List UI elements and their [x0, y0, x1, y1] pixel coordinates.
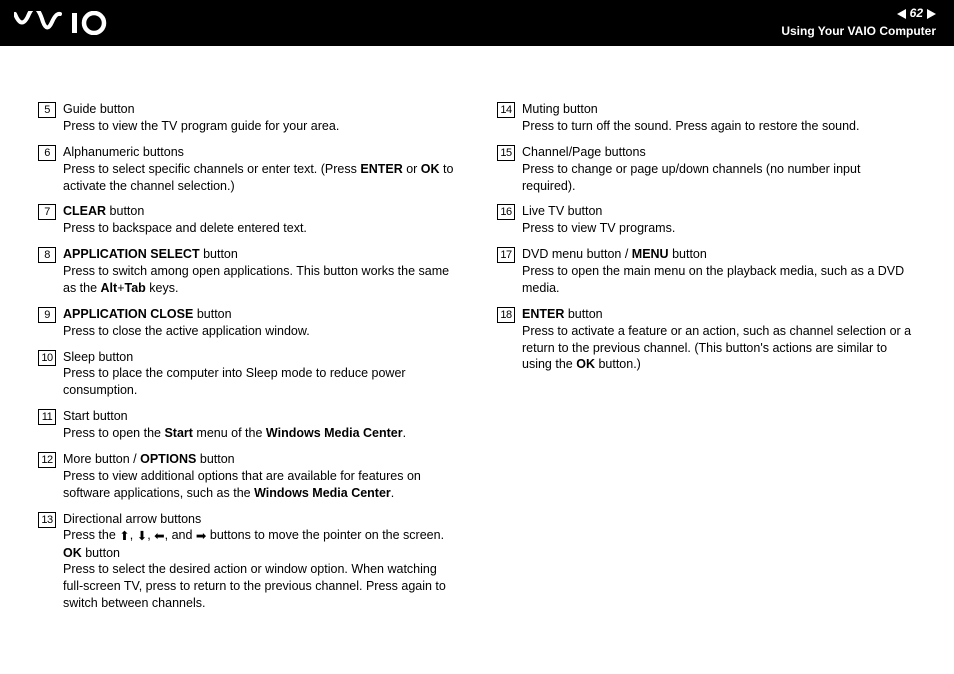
item-number: 13 [38, 512, 56, 528]
item-number: 6 [38, 145, 56, 161]
page-number: 62 [910, 6, 923, 22]
list-item: 13 Directional arrow buttonsPress the ⬆, … [38, 511, 457, 613]
section-title: Using Your VAIO Computer [781, 24, 936, 40]
item-text: Guide buttonPress to view the TV program… [63, 101, 457, 135]
item-number: 17 [497, 247, 515, 263]
item-text: Channel/Page buttonsPress to change or p… [522, 144, 916, 195]
list-item: 18 ENTER buttonPress to activate a featur… [497, 306, 916, 374]
item-number: 11 [38, 409, 56, 425]
list-item: 6 Alphanumeric buttonsPress to select spe… [38, 144, 457, 195]
list-item: 8 APPLICATION SELECT buttonPress to switc… [38, 246, 457, 297]
next-page-icon[interactable] [927, 9, 936, 19]
item-number: 16 [497, 204, 515, 220]
vaio-logo [14, 11, 124, 35]
list-item: 17 DVD menu button / MENU buttonPress to … [497, 246, 916, 297]
item-text: DVD menu button / MENU buttonPress to op… [522, 246, 916, 297]
item-number: 18 [497, 307, 515, 323]
item-text: Live TV buttonPress to view TV programs. [522, 203, 916, 237]
page-header: 62 Using Your VAIO Computer [0, 0, 954, 46]
list-item: 14 Muting buttonPress to turn off the sou… [497, 101, 916, 135]
item-text: Sleep buttonPress to place the computer … [63, 349, 457, 400]
prev-page-icon[interactable] [897, 9, 906, 19]
item-text: APPLICATION SELECT buttonPress to switch… [63, 246, 457, 297]
item-number: 8 [38, 247, 56, 263]
right-column: 14 Muting buttonPress to turn off the sou… [497, 101, 916, 621]
content-area: 5 Guide buttonPress to view the TV progra… [0, 46, 954, 621]
list-item: 12 More button / OPTIONS buttonPress to v… [38, 451, 457, 502]
item-number: 12 [38, 452, 56, 468]
item-text: Directional arrow buttonsPress the ⬆, ⬇,… [63, 511, 457, 613]
item-text: APPLICATION CLOSE buttonPress to close t… [63, 306, 457, 340]
item-text: CLEAR buttonPress to backspace and delet… [63, 203, 457, 237]
list-item: 16 Live TV buttonPress to view TV program… [497, 203, 916, 237]
item-text: Alphanumeric buttonsPress to select spec… [63, 144, 457, 195]
item-text: Start buttonPress to open the Start menu… [63, 408, 457, 442]
list-item: 10 Sleep buttonPress to place the compute… [38, 349, 457, 400]
list-item: 15 Channel/Page buttonsPress to change or… [497, 144, 916, 195]
item-number: 15 [497, 145, 515, 161]
list-item: 7 CLEAR buttonPress to backspace and dele… [38, 203, 457, 237]
item-number: 7 [38, 204, 56, 220]
left-column: 5 Guide buttonPress to view the TV progra… [38, 101, 457, 621]
item-number: 9 [38, 307, 56, 323]
item-text: Muting buttonPress to turn off the sound… [522, 101, 916, 135]
item-number: 5 [38, 102, 56, 118]
list-item: 9 APPLICATION CLOSE buttonPress to close … [38, 306, 457, 340]
item-number: 14 [497, 102, 515, 118]
list-item: 11 Start buttonPress to open the Start me… [38, 408, 457, 442]
item-text: ENTER buttonPress to activate a feature … [522, 306, 916, 374]
header-right: 62 Using Your VAIO Computer [781, 6, 936, 39]
pager: 62 [897, 6, 936, 22]
item-number: 10 [38, 350, 56, 366]
list-item: 5 Guide buttonPress to view the TV progra… [38, 101, 457, 135]
item-text: More button / OPTIONS buttonPress to vie… [63, 451, 457, 502]
